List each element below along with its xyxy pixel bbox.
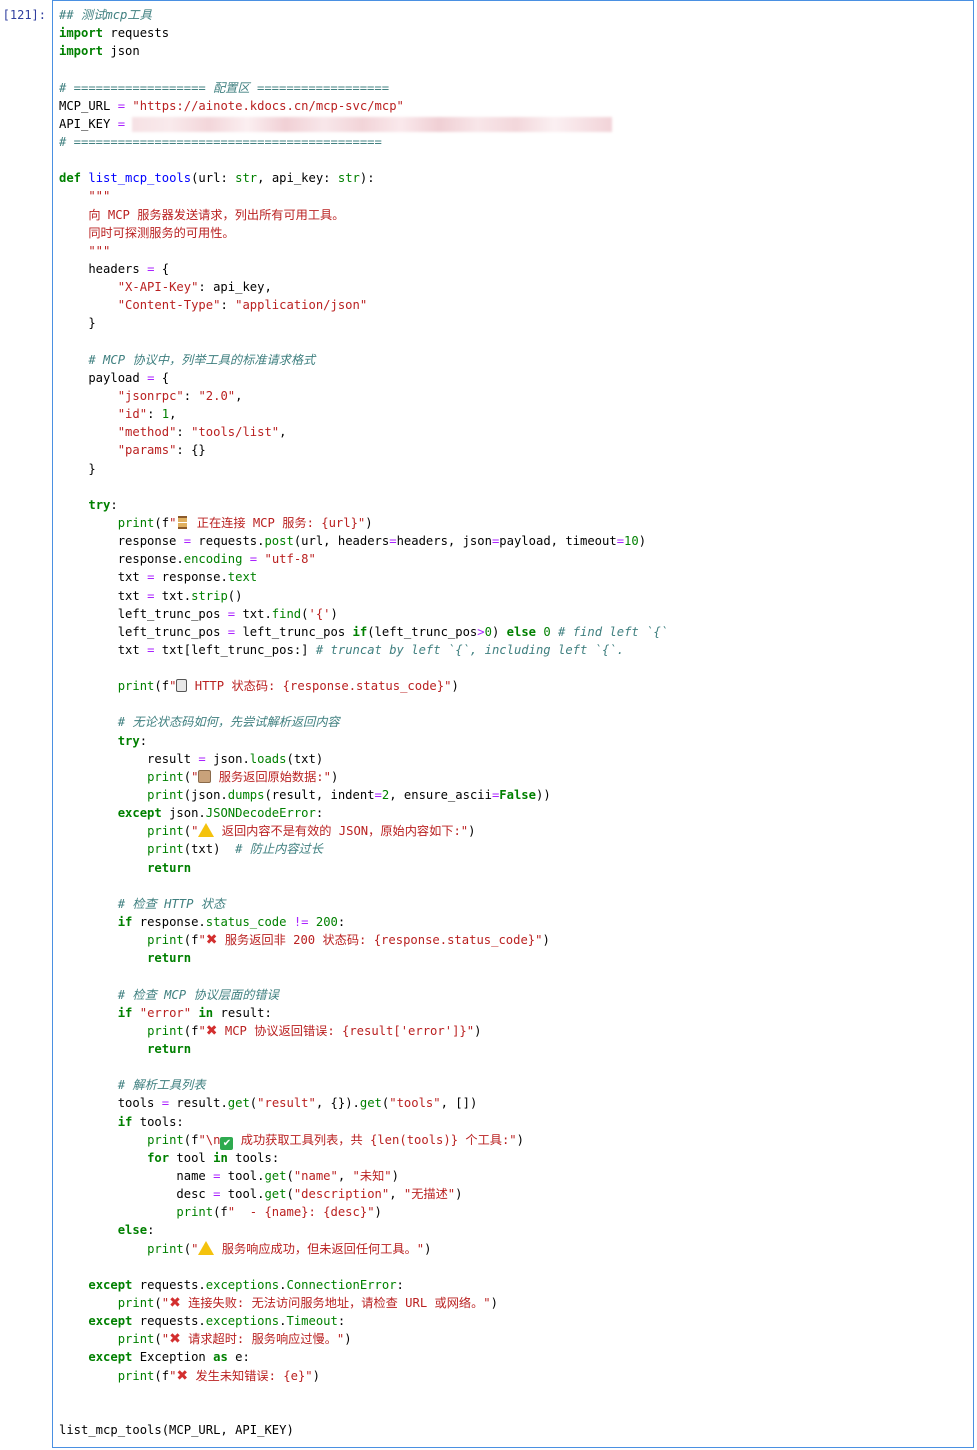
code-line: ## 测试mcp工具 — [59, 8, 152, 22]
code-line: print(f" 正在连接 MCP 服务: {url}") — [117, 515, 373, 530]
code-line: except json.JSONDecodeError: — [117, 806, 324, 821]
cross-icon: ✖ — [205, 1022, 218, 1039]
hourglass-icon — [178, 515, 188, 529]
code-line: txt = txt[left_trunc_pos:] # truncat by … — [59, 642, 625, 657]
code-line: 向 MCP 服务器发送请求，列出所有可用工具。 — [59, 207, 345, 222]
code-line: "Content-Type": "application/json" — [117, 298, 368, 313]
code-line: name = tool.get("name", "未知") — [59, 1169, 399, 1183]
cross-icon: ✖ — [205, 932, 218, 949]
code-line: # 无论状态码如何，先尝试解析返回内容 — [117, 715, 340, 730]
code-line: return — [147, 1042, 192, 1057]
code-line: txt = response.text — [59, 570, 258, 585]
code-line: return — [147, 860, 192, 875]
code-line: print(json.dumps(result, indent=2, ensur… — [147, 788, 551, 803]
code-line: response = requests.post(url, headers=he… — [59, 534, 647, 549]
code-line: except Exception as e: — [88, 1350, 250, 1365]
code-line: result = json.loads(txt) — [59, 751, 324, 766]
code-line: # 解析工具列表 — [117, 1078, 206, 1093]
code-line: list_mcp_tools(MCP_URL, API_KEY) — [59, 1422, 294, 1437]
code-line: else: — [117, 1223, 155, 1238]
scroll-icon — [198, 769, 212, 783]
code-line: left_trunc_pos = left_trunc_pos if(left_… — [59, 624, 669, 639]
code-line: "X-API-Key": api_key, — [117, 280, 272, 295]
code-line: except requests.exceptions.Timeout: — [88, 1314, 346, 1329]
code-line: try: — [88, 497, 118, 512]
code-line: "jsonrpc": "2.0", — [117, 388, 243, 403]
code-line: headers = { — [59, 261, 170, 276]
code-line: 同时可探测服务的可用性。 — [59, 225, 235, 240]
code-editor[interactable]: ## 测试mcp工具 import requests import json # =… — [59, 6, 668, 1439]
code-line: # ================== 配置区 ===============… — [59, 80, 390, 95]
code-line: # 检查 HTTP 状态 — [117, 896, 226, 911]
code-line: txt = txt.strip() — [59, 588, 243, 603]
code-line: if tools: — [117, 1114, 184, 1129]
code-cell[interactable]: ## 测试mcp工具 import requests import json # =… — [52, 0, 974, 1448]
code-line: def list_mcp_tools(url: str, api_key: st… — [59, 171, 375, 186]
code-line: print("✖ 连接失败: 无法访问服务地址，请检查 URL 或网络。") — [117, 1294, 498, 1311]
code-line: MCP_URL = "https://ainote.kdocs.cn/mcp-s… — [59, 98, 404, 113]
code-line: print(" 返回内容不是有效的 JSON，原始内容如下:") — [147, 823, 476, 839]
code-line: print(f" - {name}: {desc}") — [176, 1205, 382, 1220]
code-line: print(" 服务响应成功，但未返回任何工具。") — [147, 1240, 432, 1256]
warning-icon — [198, 823, 215, 838]
code-line: print(f"✖ 服务返回非 200 状态码: {response.statu… — [147, 932, 550, 949]
code-line: if "error" in result: — [117, 1005, 272, 1020]
code-line: return — [147, 951, 192, 966]
check-icon: ✔ — [220, 1136, 234, 1150]
code-line: print(" 服务返回原始数据:") — [147, 769, 339, 784]
cross-icon: ✖ — [169, 1294, 181, 1311]
code-line: # ======================================… — [59, 134, 382, 149]
code-line: for tool in tools: — [147, 1150, 280, 1165]
code-line: import requests — [59, 26, 170, 41]
code-line: tools = result.get("result", {}).get("to… — [59, 1096, 478, 1111]
code-line: print(f"✖ 发生未知错误: {e}") — [117, 1367, 320, 1384]
code-line: print(f"✖ MCP 协议返回错误: {result['error']}"… — [147, 1022, 482, 1039]
code-line: try: — [117, 733, 148, 748]
code-line: payload = { — [59, 370, 170, 385]
code-line: """ — [59, 243, 111, 258]
input-prompt: [121]: — [2, 8, 46, 22]
warning-icon — [198, 1240, 215, 1255]
code-line: if response.status_code != 200: — [117, 915, 346, 930]
code-line: "method": "tools/list", — [117, 425, 287, 440]
code-line: """ — [59, 189, 111, 204]
code-line: desc = tool.get("description", "无描述") — [59, 1187, 463, 1202]
cross-icon: ✖ — [176, 1367, 189, 1384]
code-line: API_KEY = — [59, 115, 668, 133]
code-line: "id": 1, — [117, 407, 177, 422]
code-line: } — [59, 461, 96, 476]
code-line: "params": {} — [117, 443, 206, 458]
code-line: import json — [59, 44, 140, 59]
code-line: except requests.exceptions.ConnectionErr… — [88, 1277, 404, 1292]
code-line: } — [59, 316, 96, 331]
code-line: # MCP 协议中，列举工具的标准请求格式 — [88, 352, 316, 367]
redacted-api-key — [132, 116, 613, 132]
cross-icon: ✖ — [169, 1331, 181, 1348]
code-line: # 检查 MCP 协议层面的错误 — [117, 987, 279, 1002]
phone-icon — [176, 679, 188, 693]
code-line: print(f" HTTP 状态码: {response.status_code… — [117, 679, 459, 694]
code-line: left_trunc_pos = txt.find('{') — [59, 606, 338, 621]
code-line: print(f"\n ✔ 成功获取工具列表，共 {len(tools)} 个工具:… — [147, 1132, 524, 1150]
code-line: print(txt) # 防止内容过长 — [147, 842, 323, 857]
code-line: response.encoding = "utf-8" — [59, 552, 316, 567]
code-line: print("✖ 请求超时: 服务响应过慢。") — [117, 1331, 352, 1348]
